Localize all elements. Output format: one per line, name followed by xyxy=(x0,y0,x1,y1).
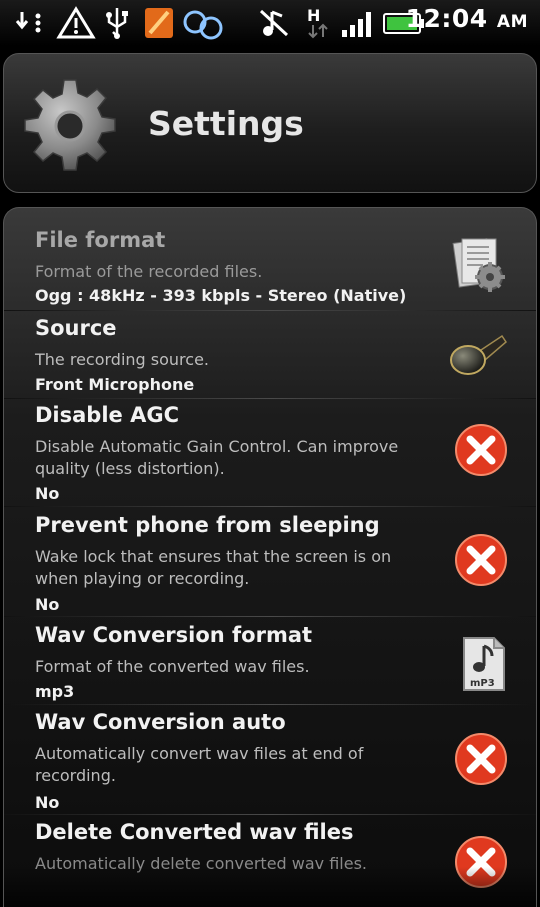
setting-value: Front Microphone xyxy=(35,375,195,394)
setting-title: Delete Converted wav files xyxy=(35,820,354,844)
microphone-icon xyxy=(450,334,507,375)
setting-prevent-sleeping[interactable]: Prevent phone from sleeping Wake lock th… xyxy=(4,513,536,618)
svg-text:H: H xyxy=(307,6,320,25)
setting-description: Wake lock that ensures that the screen i… xyxy=(35,547,392,588)
file-settings-icon xyxy=(452,238,505,292)
setting-title: File format xyxy=(35,228,166,252)
status-bar: H 12:04 AM xyxy=(0,0,540,46)
setting-description: Automatically convert wav files at end o… xyxy=(35,744,364,785)
setting-description: Format of the recorded files. xyxy=(35,262,263,281)
divider xyxy=(4,704,536,705)
no-sound-icon xyxy=(259,9,289,37)
setting-value: mp3 xyxy=(35,682,75,701)
list-fade xyxy=(4,867,536,907)
app-icon xyxy=(145,8,173,38)
clock-time: 12:04 xyxy=(405,4,488,33)
signal-icon xyxy=(342,12,371,37)
setting-description: The recording source. xyxy=(35,350,209,369)
setting-title: Source xyxy=(35,316,117,340)
setting-file-format[interactable]: File format Format of the recorded files… xyxy=(4,228,536,312)
divider xyxy=(4,616,536,617)
setting-value: No xyxy=(35,595,60,614)
gear-icon xyxy=(24,79,116,171)
divider xyxy=(4,310,536,311)
divider xyxy=(4,814,536,815)
setting-disable-agc[interactable]: Disable AGC Disable Automatic Gain Contr… xyxy=(4,403,536,508)
clock-ampm: AM xyxy=(496,12,528,32)
setting-title: Wav Conversion format xyxy=(35,623,313,647)
page-title: Settings xyxy=(148,104,304,143)
disabled-icon xyxy=(455,534,507,586)
settings-header: Settings xyxy=(3,53,537,193)
settings-list[interactable]: File format Format of the recorded files… xyxy=(3,207,537,907)
setting-source[interactable]: Source The recording source. Front Micro… xyxy=(4,316,536,400)
setting-value: Ogg : 48kHz - 393 kbpls - Stereo (Native… xyxy=(35,286,407,305)
hspa-icon: H xyxy=(307,6,328,39)
setting-wav-conversion-format[interactable]: Wav Conversion format Format of the conv… xyxy=(4,623,536,707)
setting-description: Disable Automatic Gain Control. Can impr… xyxy=(35,437,399,478)
divider xyxy=(4,398,536,399)
clock: 12:04 AM xyxy=(406,4,528,33)
setting-value: No xyxy=(35,793,60,812)
setting-value: No xyxy=(35,484,60,503)
warning-icon xyxy=(56,6,96,39)
setting-title: Wav Conversion auto xyxy=(35,710,286,734)
divider xyxy=(4,506,536,507)
usb-icon xyxy=(106,8,128,39)
disabled-icon xyxy=(455,733,507,785)
setting-description: Format of the converted wav files. xyxy=(35,657,310,676)
svg-text:mP3: mP3 xyxy=(470,678,495,689)
setting-title: Prevent phone from sleeping xyxy=(35,513,380,537)
disabled-icon xyxy=(455,424,507,476)
glasses-icon xyxy=(183,10,223,40)
setting-title: Disable AGC xyxy=(35,403,179,427)
download-icon xyxy=(15,12,41,33)
setting-wav-conversion-auto[interactable]: Wav Conversion auto Automatically conver… xyxy=(4,710,536,815)
mp3-file-icon: mP3 xyxy=(463,637,505,691)
